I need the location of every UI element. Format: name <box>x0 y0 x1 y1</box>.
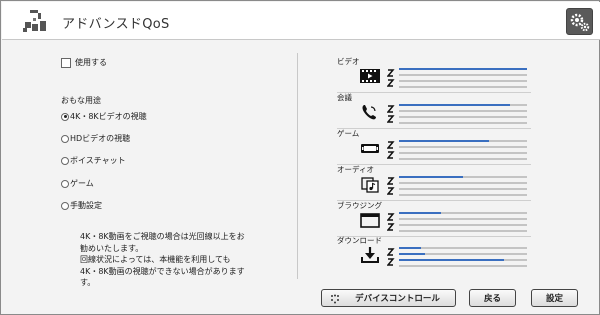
priority-arrows-icon <box>387 177 395 195</box>
settings-button[interactable] <box>566 8 593 35</box>
radio-option-manual[interactable]: 手動設定 <box>61 200 102 211</box>
priority-bar <box>399 80 527 82</box>
priority-arrows-icon <box>387 213 395 231</box>
note-line: す。 <box>80 278 96 287</box>
category-label: ビデオ <box>337 57 360 66</box>
priority-bar <box>399 152 527 154</box>
category-label: ブラウジング <box>337 201 382 210</box>
priority-bar-fill <box>399 253 425 255</box>
apply-settings-button[interactable]: 設定 <box>531 289 578 307</box>
phone-icon <box>362 105 376 120</box>
browser-window-icon <box>360 213 380 228</box>
priority-bar <box>399 158 527 160</box>
priority-bar <box>399 218 527 220</box>
priority-bar <box>399 212 527 214</box>
device-control-button[interactable]: デバイスコントロール <box>321 289 456 307</box>
priority-bar-fill <box>399 247 421 249</box>
download-icon <box>361 247 379 263</box>
film-icon <box>360 69 380 83</box>
priority-bar <box>399 122 527 124</box>
priority-bar <box>399 104 527 106</box>
radio-label: 手動設定 <box>70 201 102 210</box>
device-grid-icon <box>331 294 339 304</box>
priority-bar-fill <box>399 212 442 214</box>
radio-label: ゲーム <box>70 179 94 188</box>
note-text: 4K・8K動画をご視聴の場合は光回線以上をお 勧めいたします。 回線状況によって… <box>80 231 280 289</box>
usage-heading: おもな用途 <box>61 96 101 105</box>
priority-bar <box>399 74 527 76</box>
enable-checkbox-row[interactable]: 使用する <box>61 57 107 68</box>
header: アドバンスドQoS <box>2 2 600 40</box>
app-logo-icon <box>23 10 46 32</box>
device-control-label: デバイスコントロール <box>355 294 440 304</box>
category-video: ビデオ <box>337 56 537 94</box>
note-line: 回線状況によっては、本機能を利用しても <box>80 255 231 264</box>
priority-bar <box>399 140 527 142</box>
gear-icon <box>570 13 590 32</box>
category-game: ゲーム <box>337 128 537 166</box>
app-window: アドバンスドQoS 使用する おもな用途 4K・8Kビデオの視聴 HDビデオの視… <box>0 0 600 315</box>
priority-bar-fill <box>399 259 504 261</box>
panel-divider <box>297 53 298 279</box>
enable-label: 使用する <box>75 58 107 67</box>
priority-arrows-icon <box>387 141 395 159</box>
radio-option-4k8k[interactable]: 4K・8Kビデオの視聴 <box>61 111 147 122</box>
radio-button[interactable] <box>61 134 69 143</box>
priority-bar <box>399 247 527 249</box>
priority-arrows-icon <box>387 248 395 266</box>
category-meeting: 会議 <box>337 92 537 130</box>
priority-bar-fill <box>399 104 511 106</box>
priority-bar <box>399 110 527 112</box>
radio-option-game[interactable]: ゲーム <box>61 178 94 189</box>
priority-arrows-icon <box>387 69 395 87</box>
radio-button[interactable] <box>61 156 69 165</box>
priority-bar <box>399 259 527 261</box>
category-label: オーディオ <box>337 165 374 174</box>
priority-bar <box>399 86 527 88</box>
priority-bar <box>399 230 527 232</box>
radio-label: 4K・8Kビデオの視聴 <box>70 112 147 121</box>
priority-bar-fill <box>399 176 463 178</box>
priority-bar-fill <box>399 68 527 70</box>
priority-bar <box>399 194 527 196</box>
priority-bar <box>399 253 527 255</box>
priority-bar <box>399 116 527 118</box>
priority-bar <box>399 188 527 190</box>
audio-icon <box>361 177 379 193</box>
priority-bar <box>399 68 527 70</box>
radio-label: ボイスチャット <box>70 156 126 165</box>
note-line: 4K・8K動画をご視聴の場合は光回線以上をお <box>80 232 245 241</box>
note-line: 勧めいたします。 <box>80 243 144 253</box>
category-label: ダウンロード <box>337 236 382 245</box>
page-title: アドバンスドQoS <box>62 17 170 32</box>
priority-bar <box>399 176 527 178</box>
radio-option-hd[interactable]: HDビデオの視聴 <box>61 133 130 144</box>
back-button[interactable]: 戻る <box>469 289 516 307</box>
radio-label: HDビデオの視聴 <box>70 134 131 143</box>
note-line: 4K・8K動画の視聴ができない場合があります <box>80 266 245 276</box>
category-browsing: ブラウジング <box>337 200 537 238</box>
priority-bar <box>399 265 527 267</box>
radio-button[interactable] <box>61 179 69 188</box>
priority-bar <box>399 224 527 226</box>
gamepad-icon <box>361 144 379 153</box>
category-audio: オーディオ <box>337 164 537 202</box>
priority-bar <box>399 146 527 148</box>
category-download: ダウンロード <box>337 235 537 273</box>
category-label: ゲーム <box>337 129 360 138</box>
radio-button[interactable] <box>61 112 69 121</box>
enable-checkbox[interactable] <box>61 57 71 68</box>
radio-button[interactable] <box>61 201 69 210</box>
priority-bar <box>399 182 527 184</box>
category-label: 会議 <box>337 93 352 102</box>
priority-bar-fill <box>399 140 489 142</box>
radio-option-voice[interactable]: ボイスチャット <box>61 155 126 166</box>
priority-arrows-icon <box>387 105 395 123</box>
